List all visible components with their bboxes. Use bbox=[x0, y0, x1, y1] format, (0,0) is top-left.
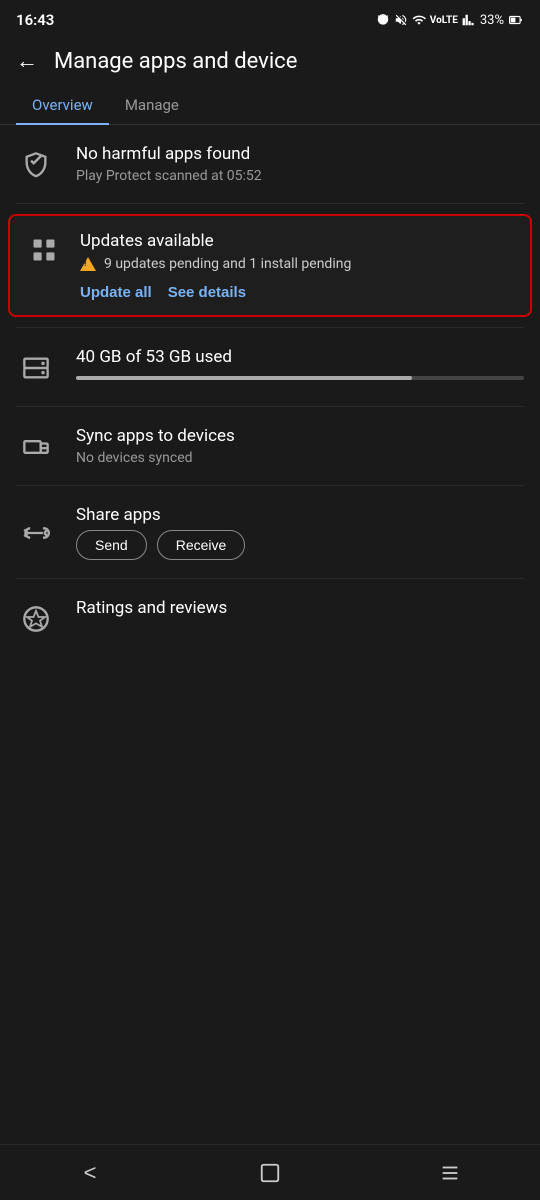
nav-home-button[interactable] bbox=[240, 1153, 300, 1193]
status-time: 16:43 bbox=[16, 11, 54, 29]
storage-bar bbox=[76, 376, 524, 380]
send-button[interactable]: Send bbox=[76, 530, 147, 560]
share-apps-icon bbox=[16, 513, 56, 553]
battery-percentage: 33% bbox=[480, 13, 504, 28]
tabs-container: Overview Manage bbox=[0, 86, 540, 125]
storage-icon bbox=[16, 348, 56, 388]
sync-apps-title: Sync apps to devices bbox=[76, 425, 524, 447]
mute-icon bbox=[394, 13, 408, 27]
sync-apps-subtitle: No devices synced bbox=[76, 450, 524, 466]
play-protect-content: No harmful apps found Play Protect scann… bbox=[76, 143, 524, 184]
ratings-title: Ratings and reviews bbox=[76, 597, 524, 619]
sync-apps-section: Sync apps to devices No devices synced bbox=[0, 407, 540, 485]
share-apps-content: Share apps Send Receive bbox=[76, 504, 524, 560]
play-protect-subtitle: Play Protect scanned at 05:52 bbox=[76, 168, 524, 184]
volte-icon: VoLTE bbox=[430, 15, 458, 26]
storage-bar-fill bbox=[76, 376, 412, 380]
wifi-icon bbox=[412, 13, 426, 27]
warning-triangle-icon bbox=[80, 257, 96, 271]
shield-icon bbox=[16, 145, 56, 185]
share-apps-title: Share apps bbox=[76, 504, 524, 526]
play-protect-section: No harmful apps found Play Protect scann… bbox=[0, 125, 540, 203]
update-description: 9 updates pending and 1 install pending bbox=[104, 256, 351, 272]
page-title: Manage apps and device bbox=[54, 49, 297, 74]
navigation-bar: < bbox=[0, 1144, 540, 1200]
receive-button[interactable]: Receive bbox=[157, 530, 246, 560]
battery-icon bbox=[508, 13, 524, 27]
updates-title: Updates available bbox=[80, 230, 516, 252]
apps-grid-icon bbox=[24, 230, 64, 270]
update-all-button[interactable]: Update all bbox=[80, 284, 152, 301]
see-details-button[interactable]: See details bbox=[168, 284, 246, 301]
header: ← Manage apps and device bbox=[0, 36, 540, 86]
storage-content: 40 GB of 53 GB used bbox=[76, 346, 524, 380]
updates-section: Updates available 9 updates pending and … bbox=[8, 214, 532, 317]
star-icon bbox=[16, 599, 56, 639]
sync-devices-icon bbox=[16, 427, 56, 467]
updates-wrapper: Updates available 9 updates pending and … bbox=[0, 214, 540, 317]
nav-back-button[interactable]: < bbox=[60, 1153, 120, 1193]
storage-title: 40 GB of 53 GB used bbox=[76, 346, 524, 368]
nav-recents-button[interactable] bbox=[420, 1153, 480, 1193]
alarm-icon bbox=[376, 13, 390, 27]
back-button[interactable]: ← bbox=[16, 48, 38, 74]
share-apps-section: Share apps Send Receive bbox=[0, 486, 540, 578]
play-protect-title: No harmful apps found bbox=[76, 143, 524, 165]
tab-overview[interactable]: Overview bbox=[16, 86, 109, 124]
signal-icon bbox=[462, 13, 476, 27]
tab-manage[interactable]: Manage bbox=[109, 86, 195, 124]
update-buttons: Update all See details bbox=[80, 284, 516, 301]
status-icons: VoLTE 33% bbox=[376, 13, 524, 28]
ratings-content: Ratings and reviews bbox=[76, 597, 524, 619]
divider-1 bbox=[16, 203, 524, 204]
ratings-section: Ratings and reviews bbox=[0, 579, 540, 657]
update-warning-row: 9 updates pending and 1 install pending bbox=[80, 256, 516, 272]
updates-content: Updates available 9 updates pending and … bbox=[80, 230, 516, 301]
status-bar: 16:43 VoLTE 33% bbox=[0, 0, 540, 36]
storage-section: 40 GB of 53 GB used bbox=[0, 328, 540, 406]
sync-apps-content: Sync apps to devices No devices synced bbox=[76, 425, 524, 466]
share-apps-buttons: Send Receive bbox=[76, 530, 524, 560]
